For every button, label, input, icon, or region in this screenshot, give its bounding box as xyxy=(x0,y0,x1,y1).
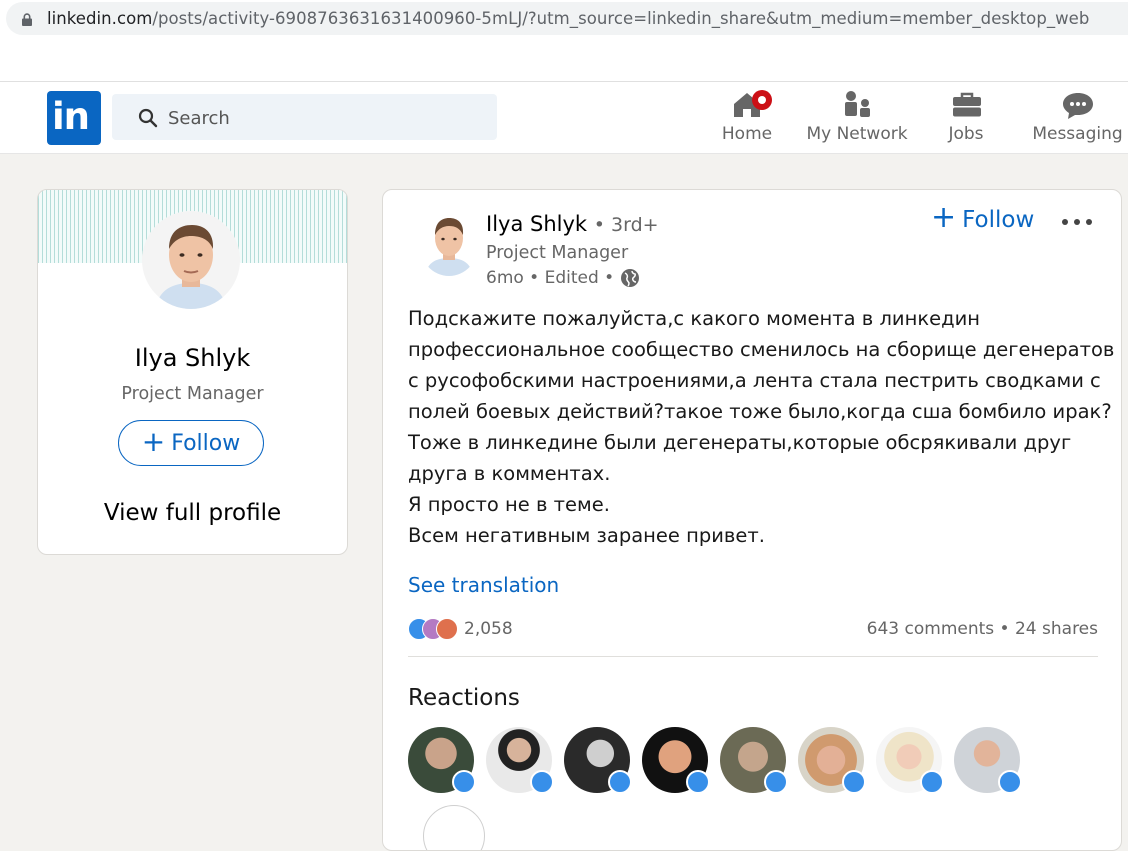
nav-jobs[interactable]: Jobs xyxy=(936,90,996,150)
profile-title: Project Manager xyxy=(121,384,264,404)
post-body-line: Я просто не в теме. xyxy=(408,493,610,516)
reactor-avatar[interactable] xyxy=(720,727,788,794)
reactor-avatar[interactable] xyxy=(954,727,1022,794)
divider xyxy=(408,656,1098,657)
post-body: Подскажите пожалуйста,с какого момента в… xyxy=(408,303,1115,551)
plus-icon: + xyxy=(141,424,166,458)
bookmarks-bar xyxy=(0,38,1128,82)
post-body-line: Всем негативным заранее привет. xyxy=(408,524,765,547)
post-body-line: Тоже в линкедине были дегенераты,которые… xyxy=(408,431,1072,454)
nav-jobs-label: Jobs xyxy=(948,124,984,144)
like-icon xyxy=(920,770,944,794)
post-author-avatar[interactable] xyxy=(419,210,479,276)
comments-shares-count[interactable]: 643 comments • 24 shares xyxy=(867,619,1098,639)
reactor-avatar[interactable] xyxy=(876,727,944,794)
lock-icon xyxy=(22,13,32,26)
reactions-heading: Reactions xyxy=(408,685,520,711)
profile-card: Ilya Shlyk Project Manager + Follow View… xyxy=(37,189,348,555)
nav-home[interactable]: Home xyxy=(712,90,782,150)
connection-degree: • 3rd+ xyxy=(593,214,659,236)
more-options-button[interactable] xyxy=(1059,212,1095,232)
globe-icon xyxy=(621,269,640,287)
reactor-avatar[interactable] xyxy=(423,805,485,850)
post-body-line: Подскажите пожалуйста,с какого момента в… xyxy=(408,307,981,330)
see-translation-link[interactable]: See translation xyxy=(408,573,559,597)
love-reaction-icon xyxy=(436,618,458,640)
reactor-avatar[interactable] xyxy=(642,727,710,794)
post-meta: 6mo • Edited • xyxy=(486,268,640,288)
profile-name[interactable]: Ilya Shlyk xyxy=(38,344,347,372)
like-icon xyxy=(608,770,632,794)
briefcase-icon xyxy=(953,92,981,117)
like-icon xyxy=(998,770,1022,794)
post-author[interactable]: Ilya Shlyk • 3rd+ xyxy=(486,212,659,236)
reactors-list xyxy=(408,727,1108,797)
post-body-line: полей боевых действий?такое тоже было,ко… xyxy=(408,400,1112,423)
post-body-line: с русофобскими настроениями,а лента стал… xyxy=(408,369,1101,392)
nav-messaging[interactable]: Messaging xyxy=(1030,90,1125,150)
nav-home-label: Home xyxy=(721,124,773,144)
profile-avatar[interactable] xyxy=(142,211,240,309)
author-avatar-image xyxy=(419,210,479,276)
reactor-avatar[interactable] xyxy=(564,727,632,794)
url-text: linkedin.com/posts/activity-690876363163… xyxy=(47,9,1090,28)
linkedin-header: in Home My Network Jobs xyxy=(0,82,1128,154)
nav-my-network-label: My Network xyxy=(806,124,908,144)
search-input[interactable] xyxy=(166,104,470,132)
profile-follow-label: Follow xyxy=(171,430,241,456)
like-icon xyxy=(530,770,554,794)
nav-messaging-label: Messaging xyxy=(1032,124,1123,144)
post-author-headline: Project Manager xyxy=(486,243,629,263)
view-full-profile-link[interactable]: View full profile xyxy=(38,500,347,526)
reactor-avatar[interactable] xyxy=(798,727,866,794)
reaction-icons[interactable] xyxy=(408,618,460,640)
search-box[interactable] xyxy=(112,94,497,140)
post-follow-label: Follow xyxy=(962,207,1035,233)
messaging-icon xyxy=(1063,93,1093,119)
reactor-avatar[interactable] xyxy=(408,727,476,794)
like-icon xyxy=(452,770,476,794)
post-meta-text: 6mo • Edited • xyxy=(486,268,615,288)
profile-follow-button[interactable]: + Follow xyxy=(118,420,264,466)
plus-icon: + xyxy=(931,200,957,235)
like-icon xyxy=(686,770,710,794)
ellipsis-icon xyxy=(1062,219,1092,225)
post-author-name[interactable]: Ilya Shlyk xyxy=(486,212,587,236)
avatar-image xyxy=(142,211,240,309)
search-icon xyxy=(138,108,158,128)
post-body-line: профессиональное сообщество сменилось на… xyxy=(408,338,1115,361)
like-icon xyxy=(842,770,866,794)
reactor-avatar[interactable] xyxy=(486,727,554,794)
network-icon xyxy=(845,91,870,117)
like-icon xyxy=(764,770,788,794)
post-card: Ilya Shlyk • 3rd+ Project Manager 6mo • … xyxy=(382,189,1122,851)
post-body-line: друга в комментах. xyxy=(408,462,611,485)
linkedin-logo[interactable]: in xyxy=(47,91,101,145)
post-follow-button[interactable]: + Follow xyxy=(931,203,1035,234)
url-field[interactable]: linkedin.com/posts/activity-690876363163… xyxy=(6,2,1128,35)
browser-address-bar: linkedin.com/posts/activity-690876363163… xyxy=(0,0,1128,38)
nav-my-network[interactable]: My Network xyxy=(801,90,913,150)
home-icon xyxy=(734,90,772,117)
reaction-count[interactable]: 2,058 xyxy=(464,619,513,639)
